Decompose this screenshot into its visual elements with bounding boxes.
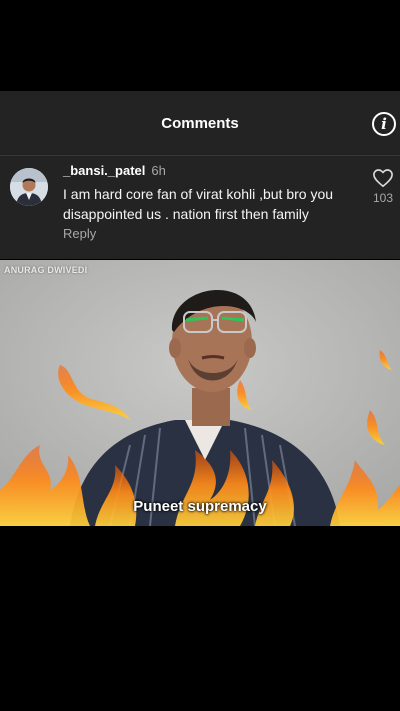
- video-player[interactable]: ANURAG DWIVEDI Puneet supremacy: [0, 260, 400, 526]
- video-frame: [0, 260, 400, 526]
- comment-username[interactable]: _bansi._patel: [63, 163, 145, 178]
- comment-text: I am hard core fan of virat kohli ,but b…: [63, 186, 334, 222]
- video-caption: Puneet supremacy: [133, 498, 267, 515]
- comments-panel: Comments i _bansi._patel 6h I am hard cor…: [0, 91, 400, 259]
- comments-header: Comments i: [0, 91, 400, 156]
- comment-time: 6h: [151, 163, 166, 178]
- video-watermark: ANURAG DWIVEDI: [4, 265, 88, 275]
- like-count: 103: [372, 191, 394, 205]
- info-icon[interactable]: i: [372, 112, 396, 136]
- comment-meta: _bansi._patel 6h: [63, 163, 166, 178]
- reply-button[interactable]: Reply: [63, 226, 96, 241]
- avatar[interactable]: [10, 168, 48, 206]
- page-title: Comments: [161, 115, 239, 132]
- heart-icon[interactable]: [372, 168, 394, 188]
